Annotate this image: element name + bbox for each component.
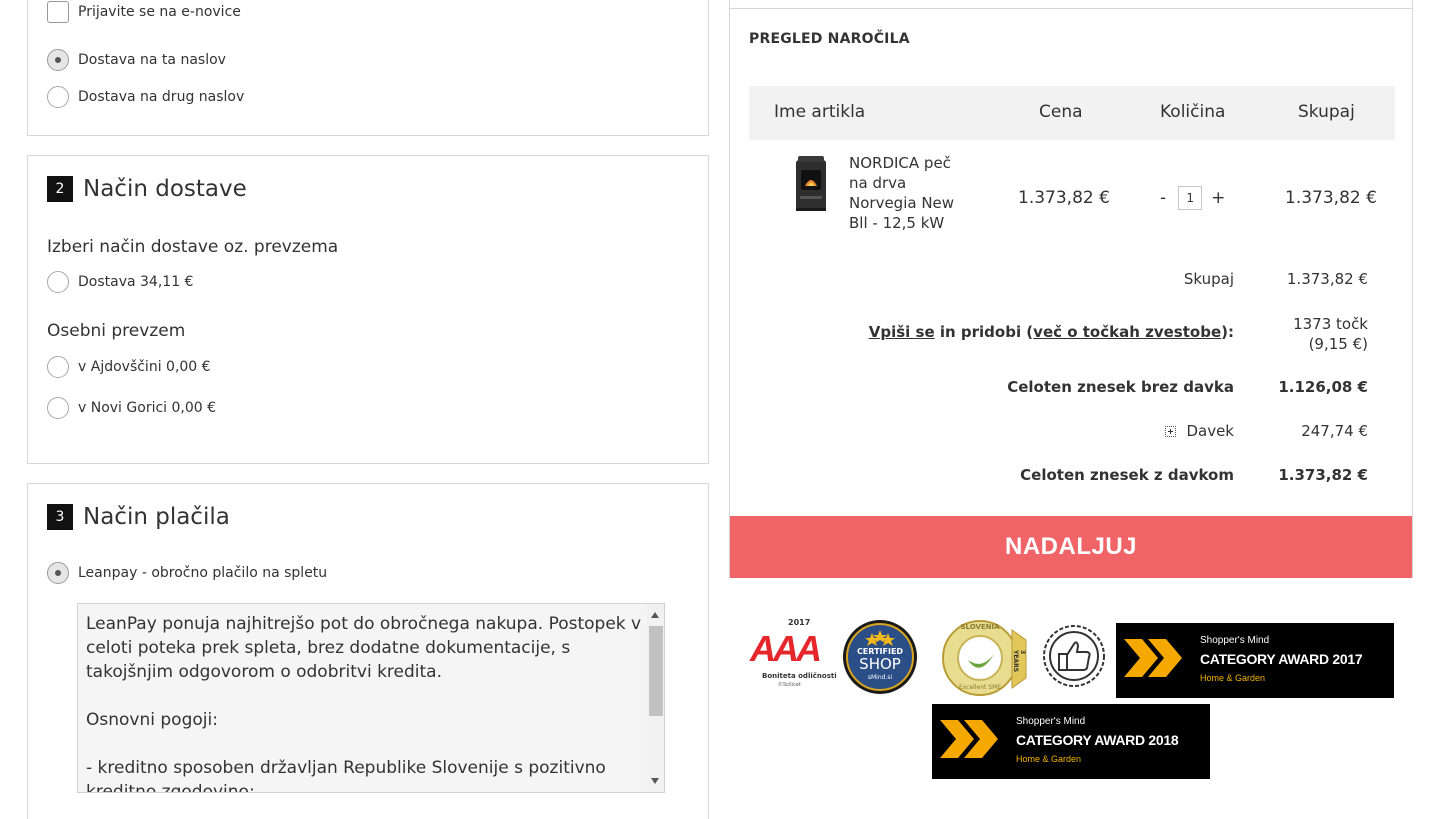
thumbs-up-icon [1043,625,1105,687]
delivery-option-radio[interactable] [47,271,69,293]
scrollbar-thumb[interactable] [649,626,663,716]
summary-title: PREGLED NAROČILA [749,31,910,47]
qty-plus-button[interactable]: + [1211,188,1225,208]
aaa-caption: Boniteta odličnosti [762,672,837,680]
product-name[interactable]: NORDICA peč na drva Norvegia New Bll - 1… [849,153,969,233]
subtotal-label: Skupaj [1183,270,1234,288]
payment-title: Način plačila [83,504,230,530]
col-qty: Količina [1160,102,1226,122]
net-total-label: Celoten znesek brez davka [1007,378,1234,396]
certified-shop-badge: CERTIFIED SHOP sMind.si [842,619,918,695]
points-end: ): [1221,323,1234,341]
ship-same-address-label: Dostava na ta naslov [78,52,226,68]
pickup-gorica-row[interactable]: v Novi Gorici 0,00 € [47,397,216,419]
chevrons-icon [1124,639,1182,677]
delivery-step-header: 2 Način dostave [47,176,247,202]
aaa-text: AAA [750,628,822,669]
aaa-rating-badge: 2017 AAA Boniteta odličnosti ©Scilicet [750,618,838,694]
award-2018-small: Shopper's Mind [1016,716,1086,727]
aaa-year: 2017 [788,618,811,627]
pickup-ajdovscina-radio[interactable] [47,356,69,378]
delivery-choose-label: Izberi način dostave oz. prevzema [47,237,339,257]
address-panel: Prijavite se na e-novice Dostava na ta n… [27,0,709,136]
order-summary: PREGLED NAROČILA Ime artikla Cena Količi… [729,0,1413,578]
payment-panel: 3 Način plačila Leanpay - obročno plačil… [27,483,709,819]
table-header: Ime artikla Cena Količina Skupaj [749,86,1395,140]
award-2018-title: CATEGORY AWARD 2018 [1016,732,1179,748]
sme-top: SLOVENIA [960,623,1000,631]
qty-minus-button[interactable]: - [1160,188,1166,208]
qty-input[interactable]: 1 [1178,186,1203,210]
newsletter-checkbox[interactable] [47,1,69,23]
ship-other-address-label: Dostava na drug naslov [78,89,245,105]
delivery-option-label: Dostava 34,11 € [78,274,194,290]
certified-shop: SHOP [859,655,901,673]
product-price: 1.373,82 € [1018,188,1110,208]
leanpay-description-box[interactable]: LeanPay ponuja najhitrejšo pot do obročn… [77,603,665,793]
leanpay-row[interactable]: Leanpay - obročno plačilo na spletu [47,562,327,584]
ship-other-address-row[interactable]: Dostava na drug naslov [47,86,244,108]
ship-same-address-radio[interactable] [47,49,69,71]
delivery-panel: 2 Način dostave Izberi način dostave oz.… [27,155,709,464]
gross-total-value: 1.373,82 € [1278,466,1368,484]
step-number: 3 [47,504,73,530]
signup-link[interactable]: Vpiši se [869,323,935,341]
sme-bottom: Excellent SME [958,684,1002,691]
delivery-title: Način dostave [83,176,247,202]
tax-label: Davek [1186,422,1234,440]
tax-value: 247,74 € [1301,422,1368,440]
tax-row[interactable]: Davek [1165,422,1234,440]
points-euro: (9,15 €) [1308,335,1368,353]
loyalty-points-value: 1373 točk (9,15 €) [1293,314,1368,354]
award-2017-category: Home & Garden [1200,673,1266,683]
pickup-gorica-label: v Novi Gorici 0,00 € [78,400,217,416]
category-award-2018-badge: Shopper's Mind CATEGORY AWARD 2018 Home … [932,704,1210,779]
aaa-source: ©Scilicet [778,682,801,688]
chevrons-icon [940,720,998,758]
points-text: in pridobi ( [934,323,1034,341]
certified-site: sMind.si [867,674,893,681]
thumbs-up-badge [1042,622,1106,690]
continue-button[interactable]: NADALJUJ [730,516,1412,578]
pickup-ajdovscina-label: v Ajdovščini 0,00 € [78,359,211,375]
expand-plus-icon[interactable] [1165,426,1177,437]
leanpay-radio[interactable] [47,562,69,584]
net-total-value: 1.126,08 € [1278,378,1368,396]
product-total: 1.373,82 € [1285,188,1377,208]
col-total: Skupaj [1298,102,1355,122]
loyalty-info-link[interactable]: več o točkah zvestobe [1033,323,1221,341]
delivery-option-row[interactable]: Dostava 34,11 € [47,271,193,293]
pickup-gorica-radio[interactable] [47,397,69,419]
newsletter-label: Prijavite se na e-novice [78,4,241,20]
scroll-down-arrow-icon[interactable] [651,778,659,784]
award-2018-category: Home & Garden [1016,754,1082,764]
award-2017-small: Shopper's Mind [1200,635,1270,646]
divider [730,8,1412,9]
quantity-stepper: - 1 + [1160,186,1225,210]
category-award-2017-badge: Shopper's Mind CATEGORY AWARD 2017 Home … [1116,623,1394,698]
description-scrollbar[interactable] [647,604,664,792]
points-count: 1373 točk [1293,315,1368,333]
ship-other-address-radio[interactable] [47,86,69,108]
excellent-sme-badge: SLOVENIA Excellent SME 3 YEARS [938,620,1028,696]
leanpay-description: LeanPay ponuja najhitrejšo pot do obročn… [86,614,642,793]
award-2017-title: CATEGORY AWARD 2017 [1200,651,1363,667]
ship-same-address-row[interactable]: Dostava na ta naslov [47,49,226,71]
scroll-up-arrow-icon[interactable] [651,612,659,618]
col-price: Cena [1039,102,1083,122]
pickup-ajdovscina-row[interactable]: v Ajdovščini 0,00 € [47,356,211,378]
col-name: Ime artikla [774,102,866,122]
pickup-label: Osebni prevzem [47,321,186,341]
loyalty-points-row: Vpiši se in pridobi (več o točkah zvesto… [869,323,1234,341]
leanpay-label: Leanpay - obročno plačilo na spletu [78,565,328,581]
product-image[interactable] [794,156,828,212]
gross-total-label: Celoten znesek z davkom [1020,466,1234,484]
payment-step-header: 3 Način plačila [47,504,230,530]
newsletter-row[interactable]: Prijavite se na e-novice [47,1,241,23]
step-number: 2 [47,176,73,202]
subtotal-value: 1.373,82 € [1286,270,1368,288]
sme-years: 3 YEARS [1012,649,1027,673]
